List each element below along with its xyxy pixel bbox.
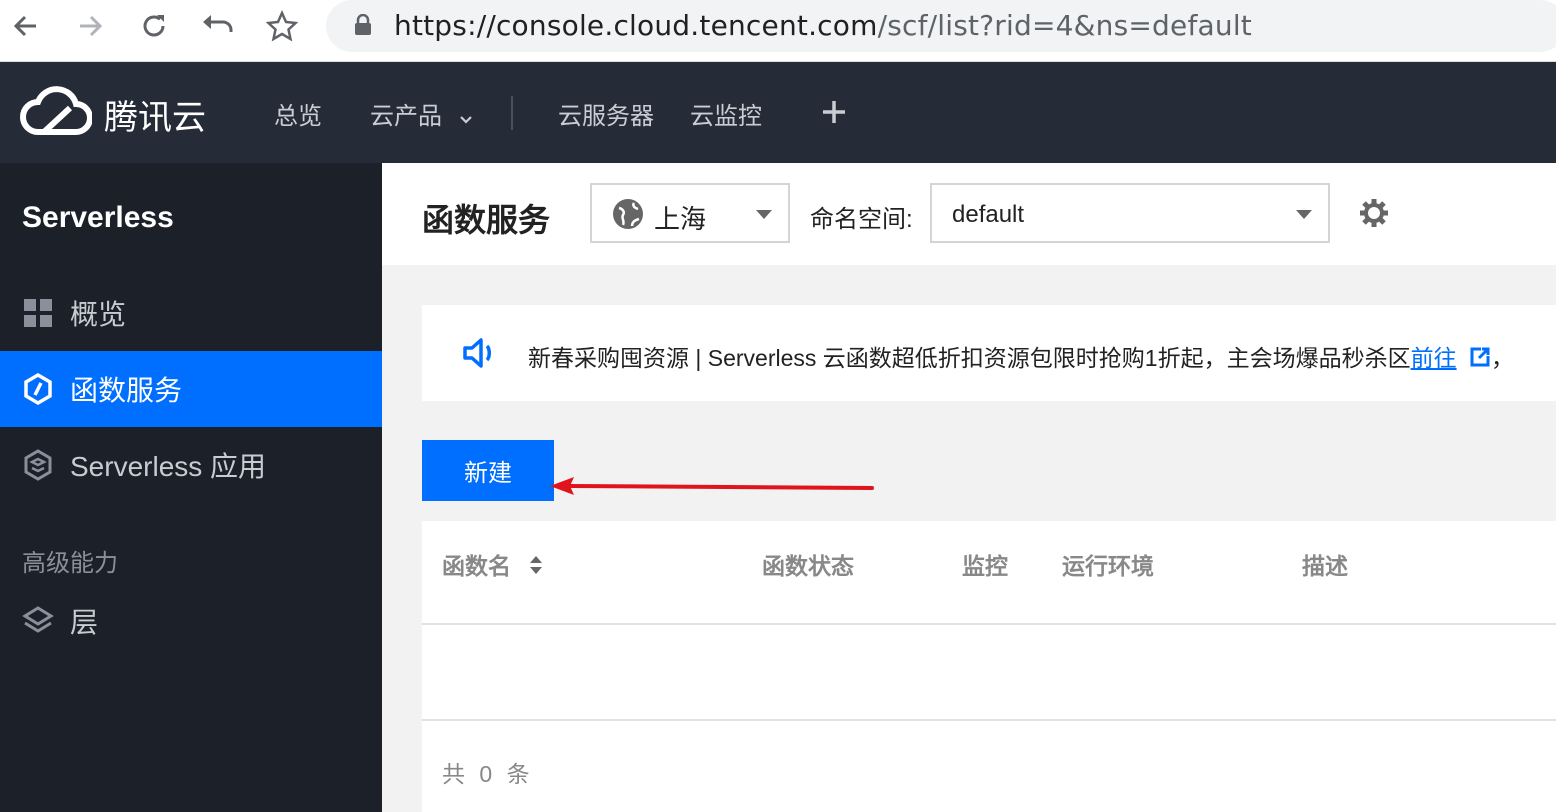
nav-cvm[interactable]: 云服务器 bbox=[558, 96, 654, 131]
namespace-value: default bbox=[952, 201, 1025, 228]
bookmark-star-icon[interactable] bbox=[262, 6, 302, 46]
nav-divider bbox=[511, 96, 513, 130]
globe-icon bbox=[612, 198, 644, 235]
column-header-monitor: 监控 bbox=[962, 553, 1008, 579]
reload-icon[interactable] bbox=[134, 6, 174, 46]
table-divider bbox=[422, 719, 1556, 721]
sidebar-item-layers[interactable]: 层 bbox=[0, 583, 382, 659]
url-text: https://console.cloud.tencent.com/scf/li… bbox=[394, 9, 1252, 42]
chevron-down-icon bbox=[459, 104, 473, 132]
nav-products-label: 云产品 bbox=[370, 103, 442, 130]
function-icon bbox=[22, 373, 54, 405]
lock-icon bbox=[354, 13, 372, 41]
nav-overview[interactable]: 总览 bbox=[274, 96, 322, 131]
sidebar-item-overview[interactable]: 概览 bbox=[0, 275, 382, 351]
notice-link[interactable]: 前往 bbox=[1411, 345, 1457, 371]
notice-tail: ， bbox=[1490, 345, 1514, 371]
speaker-icon bbox=[462, 337, 498, 374]
namespace-label: 命名空间: bbox=[810, 206, 913, 233]
sidebar-item-label: 概览 bbox=[70, 299, 127, 330]
sidebar: Serverless 概览 函数服务 Serverless 应用 高级能力 层 bbox=[0, 163, 382, 812]
column-header-description: 描述 bbox=[1302, 553, 1348, 579]
annotation-arrow bbox=[550, 477, 874, 495]
notice-text: 新春采购囤资源 | Serverless 云函数超低折扣资源包限时抢购1折起，主… bbox=[528, 339, 1514, 374]
address-bar[interactable]: https://console.cloud.tencent.com/scf/li… bbox=[326, 0, 1556, 52]
sidebar-item-serverless-app[interactable]: Serverless 应用 bbox=[0, 427, 382, 503]
add-shortcut-icon[interactable] bbox=[820, 98, 848, 131]
column-header-runtime: 运行环境 bbox=[1062, 553, 1154, 579]
back-icon[interactable] bbox=[6, 6, 46, 46]
grid-icon bbox=[22, 297, 54, 329]
sidebar-item-label: 层 bbox=[70, 607, 99, 638]
sidebar-group-label: 高级能力 bbox=[22, 550, 118, 577]
undo-icon[interactable] bbox=[198, 6, 238, 46]
sort-icon[interactable] bbox=[529, 554, 543, 581]
sidebar-item-label: 函数服务 bbox=[70, 375, 183, 406]
total-count: 共 0 条 bbox=[442, 761, 534, 787]
sidebar-item-functions[interactable]: 函数服务 bbox=[0, 351, 382, 427]
page-title: 函数服务 bbox=[422, 202, 551, 238]
region-select[interactable]: 上海 bbox=[590, 183, 790, 243]
browser-toolbar: https://console.cloud.tencent.com/scf/li… bbox=[0, 0, 1556, 62]
notice-message: 新春采购囤资源 | Serverless 云函数超低折扣资源包限时抢购1折起，主… bbox=[528, 345, 1411, 371]
forward-icon[interactable] bbox=[70, 6, 110, 46]
promo-notice: 新春采购囤资源 | Serverless 云函数超低折扣资源包限时抢购1折起，主… bbox=[422, 305, 1556, 401]
cloud-logo-icon[interactable] bbox=[20, 84, 93, 143]
caret-down-icon bbox=[1296, 210, 1312, 219]
sidebar-item-label: Serverless 应用 bbox=[70, 451, 267, 482]
top-navigation: 腾讯云 总览 云产品 云服务器 云监控 bbox=[0, 62, 1556, 163]
column-header-label: 函数名 bbox=[442, 553, 511, 579]
table-divider bbox=[422, 623, 1556, 625]
column-header-name[interactable]: 函数名 bbox=[442, 547, 543, 581]
column-header-status: 函数状态 bbox=[762, 553, 854, 579]
caret-down-icon bbox=[756, 210, 772, 219]
nav-monitor[interactable]: 云监控 bbox=[690, 96, 762, 131]
brand-name[interactable]: 腾讯云 bbox=[104, 90, 206, 139]
new-function-button[interactable]: 新建 bbox=[422, 440, 554, 501]
nav-products[interactable]: 云产品 bbox=[370, 96, 473, 132]
page-header: 函数服务 上海 命名空间: default bbox=[382, 163, 1556, 265]
layers-icon bbox=[22, 605, 54, 637]
app-icon bbox=[22, 449, 54, 481]
sidebar-title: Serverless bbox=[22, 201, 174, 234]
namespace-select[interactable]: default bbox=[930, 183, 1330, 243]
gear-icon[interactable] bbox=[1358, 197, 1390, 229]
function-table: 函数名 函数状态 监控 运行环境 描述 共 0 条 bbox=[422, 521, 1556, 812]
external-link-icon[interactable] bbox=[1469, 346, 1491, 374]
region-value: 上海 bbox=[654, 204, 707, 234]
